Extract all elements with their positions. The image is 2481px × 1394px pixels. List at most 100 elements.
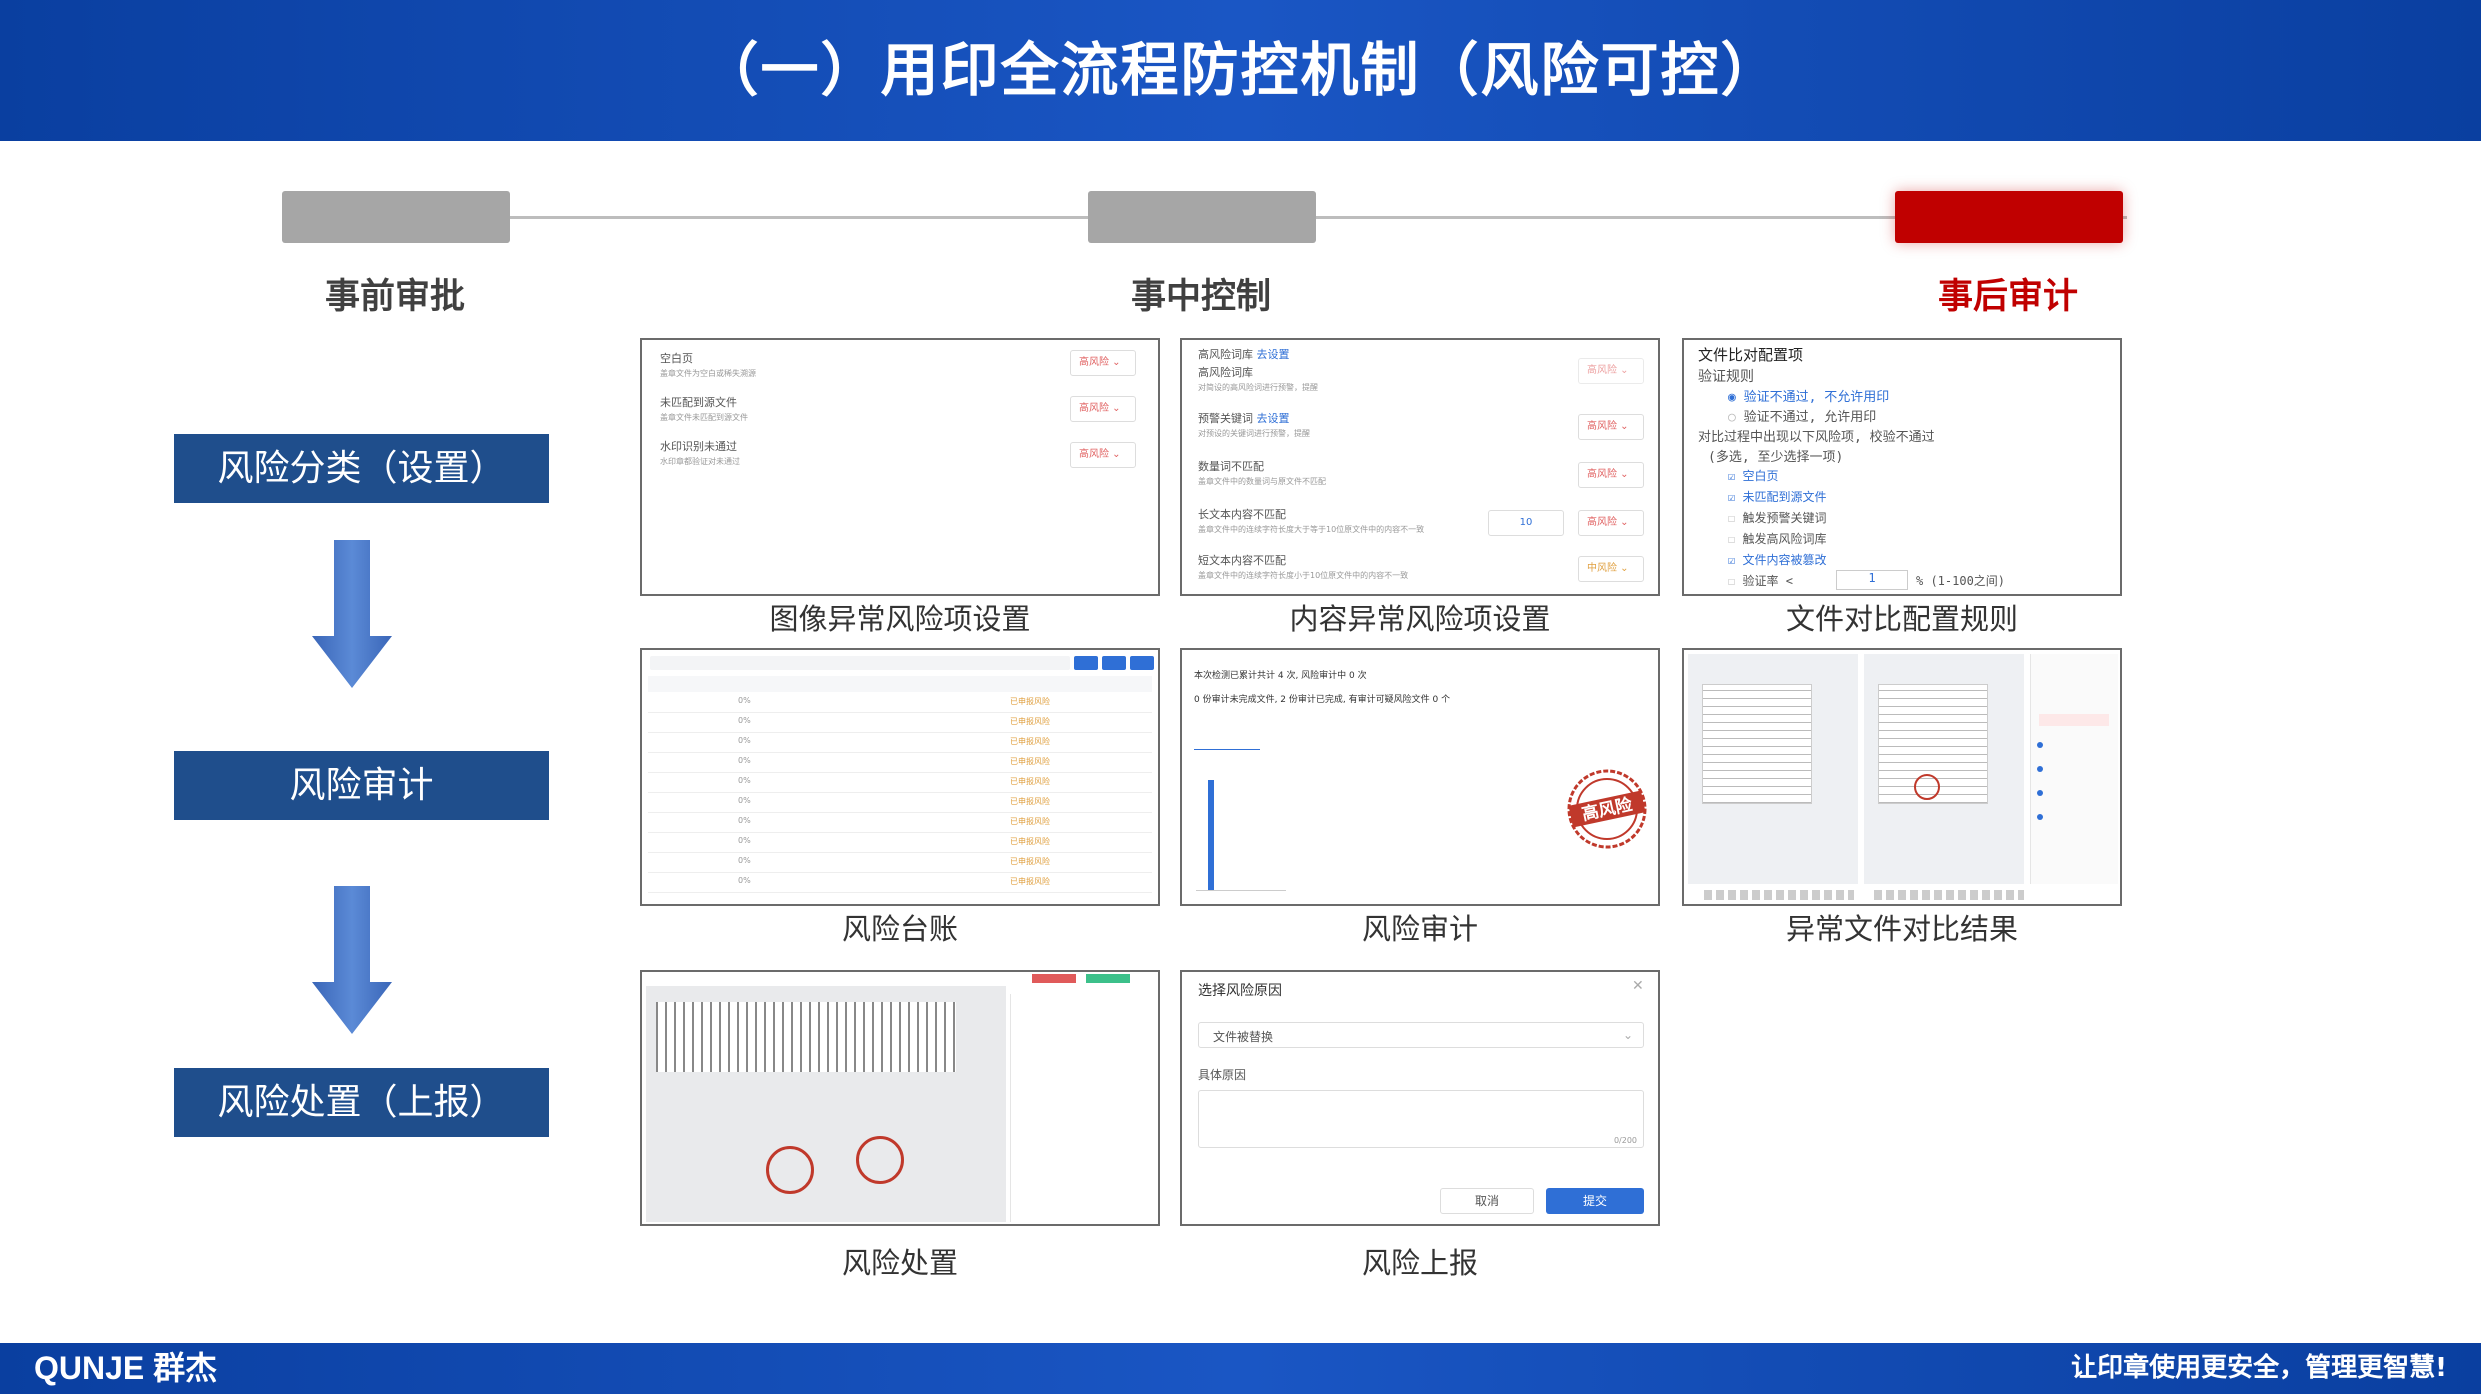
seal-mark [1914, 774, 1940, 800]
status-badge: 已申报风险 [1010, 717, 1050, 726]
footer-slogan: 让印章使用更安全，管理更智慧! [2071, 1353, 2447, 1383]
risk-item-desc: 对预设的关键词进行预警，提醒 [1198, 429, 1310, 438]
seal-mark [766, 1146, 814, 1194]
risk-item-title: 未匹配到源文件 [660, 396, 737, 409]
risk-level-select[interactable]: 高风险 ⌄ [1070, 442, 1136, 468]
header-bar: （一）用印全流程防控机制（风险可控） [0, 0, 2481, 141]
risk-level-select[interactable]: 高风险 ⌄ [1578, 414, 1644, 440]
rate-hint: % (1-100之间) [1916, 574, 2006, 588]
check-option[interactable]: ☐ 触发预警关键词 [1728, 509, 1826, 526]
risk-item-desc: 盖章文件中的数量词与原文件不匹配 [1198, 477, 1326, 486]
stage-bar-mid [1088, 191, 1316, 243]
audit-summary: 本次检测已累计共计 4 次, 风险审计中 0 次 [1194, 671, 1367, 681]
table-cell-percent: 0% [738, 836, 751, 845]
risk-item-title: 高风险词库 去设置 [1198, 348, 1290, 361]
stage-label-pre: 事前审批 [324, 277, 465, 317]
submit-button[interactable]: 提交 [1546, 1188, 1644, 1214]
status-badge: 已申报风险 [1010, 857, 1050, 866]
risk-audit-panel: 本次检测已累计共计 4 次, 风险审计中 0 次 0 份审计未完成文件, 2 份… [1180, 648, 1660, 906]
export-button[interactable] [1130, 656, 1154, 670]
risk-handling-caption: 风险处置 [841, 1246, 958, 1280]
risk-item-sub: 高风险词库 [1198, 366, 1253, 379]
risk-level-select[interactable]: 高风险 ⌄ [1578, 358, 1644, 384]
table-cell-percent: 0% [738, 756, 751, 765]
length-threshold-input[interactable]: 10 [1488, 510, 1564, 536]
risk-item-desc: 水印章都验证对未通过 [660, 457, 740, 466]
risk-item-title: 短文本内容不匹配 [1198, 554, 1286, 567]
status-badge: 已申报风险 [1010, 757, 1050, 766]
audit-summary-detail: 0 份审计未完成文件, 2 份审计已完成, 有审计可疑风险文件 0 个 [1194, 695, 1451, 705]
check-option[interactable]: ☐ 触发高风险词库 [1728, 530, 1826, 547]
high-risk-stamp: 高风险 [1567, 769, 1647, 849]
risk-detail-sidebar [2030, 654, 2118, 884]
risk-tag [2039, 714, 2109, 726]
goto-settings-link[interactable]: 去设置 [1257, 348, 1290, 361]
check-option[interactable]: ☐ 验证率 < [1728, 572, 1793, 589]
timeline-line [510, 216, 2127, 219]
reset-button[interactable] [1102, 656, 1126, 670]
risk-item-desc: 盖章文件为空白或稀失溯源 [660, 369, 756, 378]
risk-item-desc: 对简设的高风险词进行预警，提醒 [1198, 383, 1318, 392]
table-cell-percent: 0% [738, 696, 751, 705]
risk-dot [2037, 742, 2043, 748]
company-logo: QUNJE 群杰 [34, 1350, 218, 1386]
audit-bar [1208, 780, 1214, 890]
flow-step-handle: 风险处置（上报） [174, 1068, 549, 1137]
risk-ledger-caption: 风险台账 [841, 912, 958, 946]
compare-rules-panel: 文件比对配置项 验证规则 ◉ 验证不通过, 不允许用印 ○ 验证不通过, 允许用… [1682, 338, 2122, 596]
risk-ledger-panel: 0% 已申报风险 0% 已申报风险 0% 已申报风险 0% 已申报风险 0% 已… [640, 648, 1160, 906]
audit-axis [1196, 890, 1286, 891]
risk-report-panel: 选择风险原因 ✕ 文件被替换 ⌄ 具体原因 0/200 取消 提交 [1180, 970, 1660, 1226]
stage-bar-post [1895, 191, 2123, 243]
reason-textarea[interactable]: 0/200 [1198, 1090, 1644, 1148]
content-risk-caption: 内容异常风险项设置 [1289, 602, 1551, 636]
radio-option[interactable]: ○ 验证不通过, 允许用印 [1728, 406, 1876, 425]
handling-sidebar [1010, 994, 1156, 1222]
status-badge: 已申报风险 [1010, 697, 1050, 706]
risk-level-select[interactable]: 高风险 ⌄ [1070, 350, 1136, 376]
goto-settings-link[interactable]: 去设置 [1257, 412, 1290, 425]
doc-photo-stripes [656, 1002, 956, 1072]
chevron-down-icon: ⌄ [1622, 1028, 1633, 1042]
seal-mark [856, 1136, 904, 1184]
page-title: （一）用印全流程防控机制（风险可控） [700, 36, 1781, 104]
reason-label: 具体原因 [1198, 1068, 1247, 1082]
risk-level-select[interactable]: 高风险 ⌄ [1070, 396, 1136, 422]
pagination[interactable] [1704, 890, 1854, 900]
content-risk-panel: 高风险词库 去设置 高风险词库 对简设的高风险词进行预警，提醒 高风险 ⌄ 预警… [1180, 338, 1660, 596]
risk-level-select[interactable]: 高风险 ⌄ [1578, 462, 1644, 488]
status-badge: 已申报风险 [1010, 837, 1050, 846]
risk-reason-select[interactable]: 文件被替换 ⌄ [1198, 1022, 1644, 1048]
close-icon[interactable]: ✕ [1632, 978, 1644, 994]
report-dialog-title: 选择风险原因 [1198, 983, 1282, 999]
risk-item-desc: 盖章文件未匹配到源文件 [660, 413, 748, 422]
check-option[interactable]: ☑ 未匹配到源文件 [1728, 488, 1826, 505]
cancel-button[interactable]: 取消 [1440, 1188, 1534, 1214]
rate-input[interactable]: 1 [1836, 570, 1908, 590]
stage-bar-pre [282, 191, 510, 243]
table-cell-percent: 0% [738, 796, 751, 805]
check-option[interactable]: ☑ 文件内容被篡改 [1728, 551, 1826, 568]
flow-step-classify: 风险分类（设置） [174, 434, 549, 503]
risk-level-select[interactable]: 中风险 ⌄ [1578, 556, 1644, 582]
status-badge: 已申报风险 [1010, 817, 1050, 826]
compare-rules-caption: 文件对比配置规则 [1785, 602, 2018, 636]
search-button[interactable] [1074, 656, 1098, 670]
down-arrow-icon [312, 886, 392, 1034]
audit-tab[interactable] [1194, 740, 1260, 750]
risk-audit-caption: 风险审计 [1361, 912, 1478, 946]
verify-rule-label: 验证规则 [1698, 369, 1754, 385]
tag-green [1086, 974, 1130, 983]
risk-handling-panel [640, 970, 1160, 1226]
down-arrow-icon [312, 540, 392, 688]
check-option[interactable]: ☑ 空白页 [1728, 467, 1778, 484]
risk-level-select[interactable]: 高风险 ⌄ [1578, 510, 1644, 536]
stage-label-mid: 事中控制 [1130, 277, 1271, 317]
filter-bar[interactable] [650, 656, 1070, 670]
pagination[interactable] [1874, 890, 2024, 900]
radio-option[interactable]: ◉ 验证不通过, 不允许用印 [1728, 386, 1889, 405]
document-photo [646, 986, 1006, 1222]
risk-report-caption: 风险上报 [1361, 1246, 1478, 1280]
condition-hint: (多选, 至少选择一项) [1708, 450, 1844, 465]
risk-dot [2037, 814, 2043, 820]
